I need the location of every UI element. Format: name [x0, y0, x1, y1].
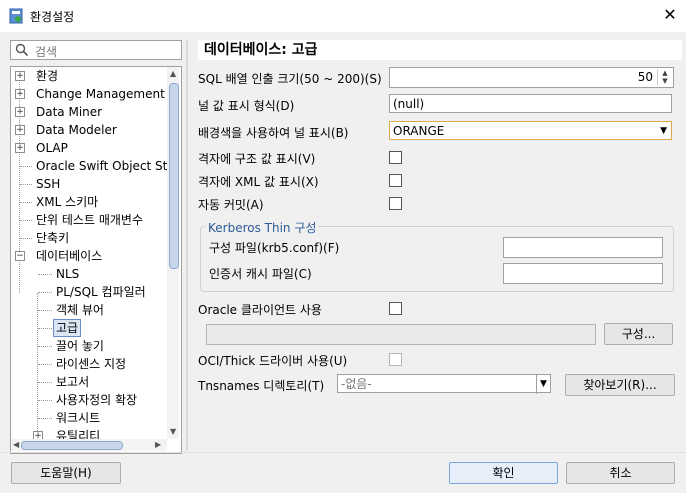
grid-struct-checkbox[interactable]	[389, 151, 402, 164]
config-file-input[interactable]	[503, 237, 663, 258]
spinner-arrows-icon: ▲ ▼	[657, 69, 672, 85]
app-icon	[9, 8, 23, 24]
title-bar	[0, 0, 686, 32]
configure-button[interactable]: 구성...	[604, 323, 673, 345]
sql-fetch-size-label: SQL 배열 인출 크기(50 ~ 200)(S)	[198, 72, 382, 86]
tree-horizontal-scrollbar[interactable]: ◀ ▶	[11, 439, 167, 451]
cancel-button[interactable]: 취소	[566, 462, 675, 484]
footer-separator	[0, 452, 686, 453]
bg-color-select[interactable]: ORANGE ▼	[389, 121, 672, 140]
kerberos-group-title: Kerberos Thin 구성	[206, 219, 319, 236]
browse-button[interactable]: 찾아보기(R)...	[565, 374, 675, 396]
grid-xml-checkbox[interactable]	[389, 174, 402, 187]
dropdown-arrow-icon: ▼	[660, 126, 667, 136]
oracle-client-path-input	[206, 324, 596, 345]
tree-vertical-scrollbar[interactable]: ▲ ▼	[167, 67, 179, 439]
cred-cache-label: 인증서 캐시 파일(C)	[209, 267, 312, 281]
oracle-client-label: Oracle 클라이언트 사용	[198, 303, 322, 317]
window-title: 환경설정	[30, 10, 75, 24]
oci-driver-label: OCI/Thick 드라이버 사용(U)	[198, 354, 348, 368]
close-icon[interactable]: ✕	[660, 4, 680, 26]
oracle-client-checkbox[interactable]	[389, 302, 402, 315]
sql-fetch-size-spinner[interactable]: 50 ▲ ▼	[389, 67, 674, 88]
autocommit-checkbox[interactable]	[389, 197, 402, 210]
preferences-tree[interactable]: + 환경 + Change Management D + Data Miner …	[10, 66, 182, 454]
bg-color-label: 배경색을 사용하여 널 표시(B)	[198, 126, 349, 140]
search-input[interactable]: 검색	[10, 40, 182, 60]
search-placeholder: 검색	[35, 45, 58, 59]
help-button[interactable]: 도움말(H)	[11, 462, 121, 484]
dropdown-arrow-icon: ▼	[536, 375, 550, 394]
null-display-input[interactable]: (null)	[389, 94, 672, 113]
tnsnames-label: Tnsnames 디렉토리(T)	[198, 379, 325, 393]
sidebar: 검색 + 환경 + Change Management D + Data Min…	[10, 40, 182, 454]
tnsnames-select[interactable]: -없음- ▼	[337, 374, 551, 394]
cred-cache-input[interactable]	[503, 263, 663, 284]
grid-xml-label: 격자에 XML 값 표시(X)	[198, 175, 319, 189]
tree-vertical-scroll-thumb[interactable]	[169, 83, 179, 269]
grid-struct-label: 격자에 구조 값 표시(V)	[198, 152, 316, 166]
pane-splitter[interactable]	[186, 40, 188, 450]
config-file-label: 구성 파일(krb5.conf)(F)	[209, 241, 340, 255]
search-icon	[15, 43, 29, 57]
autocommit-label: 자동 커밋(A)	[198, 198, 264, 212]
null-display-label: 널 값 표시 형식(D)	[198, 99, 295, 113]
page-title: 데이터베이스: 고급	[198, 40, 682, 60]
oci-driver-checkbox	[389, 353, 402, 366]
tree-horizontal-scroll-thumb[interactable]	[21, 441, 123, 450]
ok-button[interactable]: 확인	[449, 462, 558, 484]
